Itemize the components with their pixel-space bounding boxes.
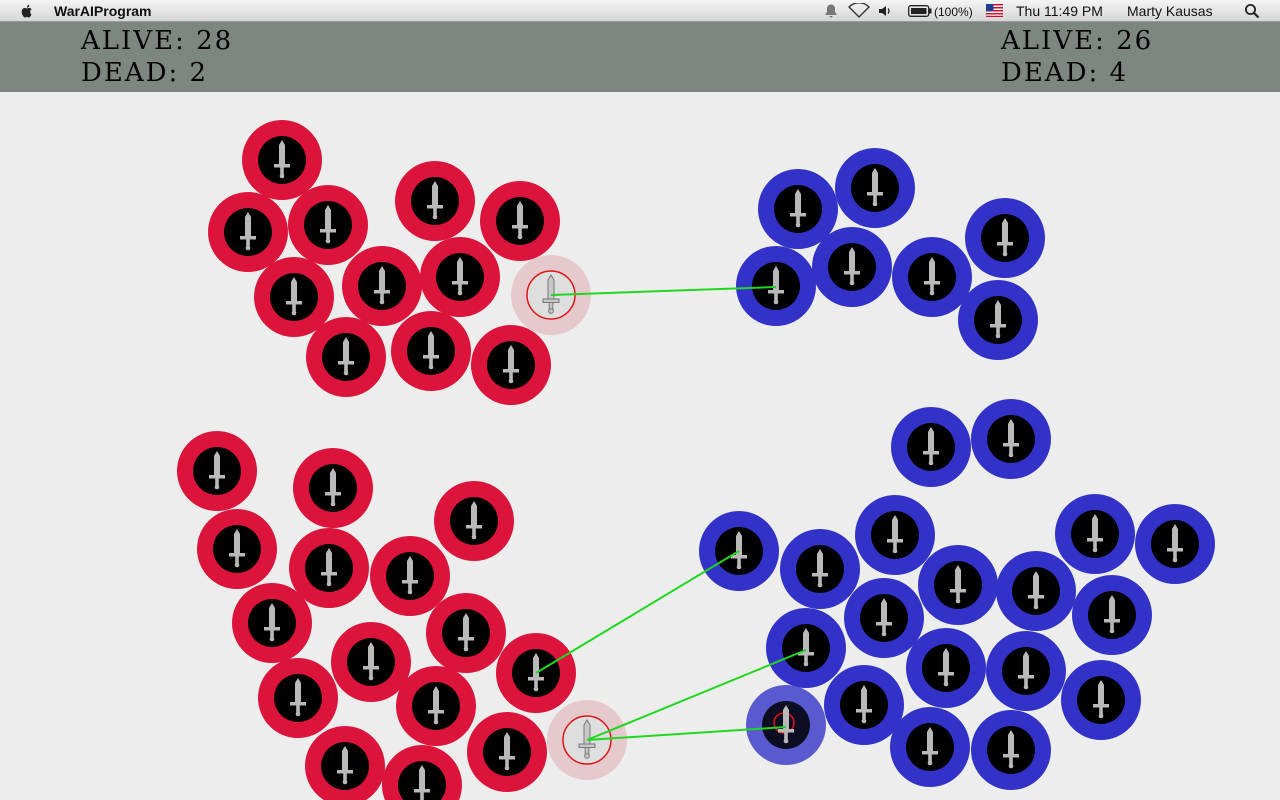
red-soldier[interactable]	[342, 246, 422, 326]
red-soldier[interactable]	[258, 658, 338, 738]
red-soldier[interactable]	[370, 536, 450, 616]
red-soldier[interactable]	[288, 185, 368, 265]
blue-soldier-selected[interactable]	[746, 685, 826, 765]
red-soldier[interactable]	[396, 666, 476, 746]
flag-icon[interactable]	[986, 4, 1003, 17]
battery-icon[interactable]	[908, 5, 932, 17]
red-soldier[interactable]	[232, 583, 312, 663]
red-soldier[interactable]	[242, 120, 322, 200]
menu-clock[interactable]: Thu 11:49 PM	[1016, 2, 1103, 20]
volume-icon[interactable]	[878, 4, 894, 18]
apple-icon[interactable]	[18, 2, 36, 20]
blue-soldier[interactable]	[892, 237, 972, 317]
blue-soldier[interactable]	[1072, 575, 1152, 655]
blue-soldier[interactable]	[965, 198, 1045, 278]
blue-soldier[interactable]	[824, 665, 904, 745]
blue-soldier[interactable]	[906, 628, 986, 708]
app-menu[interactable]: WarAIProgram	[54, 2, 152, 20]
blue-soldier[interactable]	[971, 710, 1051, 790]
red-soldier[interactable]	[293, 448, 373, 528]
battlefield-canvas[interactable]	[0, 92, 1280, 800]
red-soldier[interactable]	[331, 622, 411, 702]
blue-soldier[interactable]	[971, 399, 1051, 479]
red-soldier[interactable]	[471, 325, 551, 405]
attack-line	[535, 550, 740, 674]
blue-soldier[interactable]	[918, 545, 998, 625]
blue-soldier[interactable]	[736, 246, 816, 326]
blue-soldier[interactable]	[766, 608, 846, 688]
blue-soldier[interactable]	[1135, 504, 1215, 584]
score-hud: ALIVE: 28 DEAD: 2 ALIVE: 26 DEAD: 4	[0, 22, 1280, 92]
blue-soldier[interactable]	[890, 707, 970, 787]
blue-soldier[interactable]	[812, 227, 892, 307]
blue-soldier[interactable]	[780, 529, 860, 609]
blue-soldier[interactable]	[1055, 494, 1135, 574]
red-soldier[interactable]	[395, 161, 475, 241]
blue-soldier[interactable]	[958, 280, 1038, 360]
red-dead-count: DEAD: 2	[81, 58, 209, 88]
blue-dead-count: DEAD: 4	[1001, 58, 1129, 88]
blue-soldier[interactable]	[855, 495, 935, 575]
blue-soldier[interactable]	[835, 148, 915, 228]
search-icon[interactable]	[1244, 3, 1260, 19]
menu-bar: WarAIProgram (100%) Thu 11:49 PM Marty K…	[0, 0, 1280, 22]
red-soldier[interactable]	[208, 192, 288, 272]
red-soldier[interactable]	[197, 509, 277, 589]
red-soldier[interactable]	[480, 181, 560, 261]
red-alive-count: ALIVE: 28	[81, 26, 234, 56]
red-soldier[interactable]	[391, 311, 471, 391]
red-soldier[interactable]	[306, 317, 386, 397]
blue-soldier[interactable]	[891, 407, 971, 487]
blue-soldier[interactable]	[986, 631, 1066, 711]
blue-soldier[interactable]	[996, 551, 1076, 631]
blue-soldier[interactable]	[844, 578, 924, 658]
bell-icon[interactable]	[823, 3, 839, 19]
battery-percent: (100%)	[934, 5, 973, 19]
wifi-icon[interactable]	[848, 3, 870, 19]
blue-soldier[interactable]	[1061, 660, 1141, 740]
red-soldier[interactable]	[420, 237, 500, 317]
red-soldier[interactable]	[382, 745, 462, 800]
red-soldier[interactable]	[467, 712, 547, 792]
red-soldier[interactable]	[434, 481, 514, 561]
blue-alive-count: ALIVE: 26	[1001, 26, 1154, 56]
menu-user[interactable]: Marty Kausas	[1127, 2, 1213, 20]
red-soldier[interactable]	[305, 726, 385, 800]
red-soldier[interactable]	[177, 431, 257, 511]
red-soldier[interactable]	[426, 593, 506, 673]
battlefield[interactable]	[0, 92, 1280, 800]
